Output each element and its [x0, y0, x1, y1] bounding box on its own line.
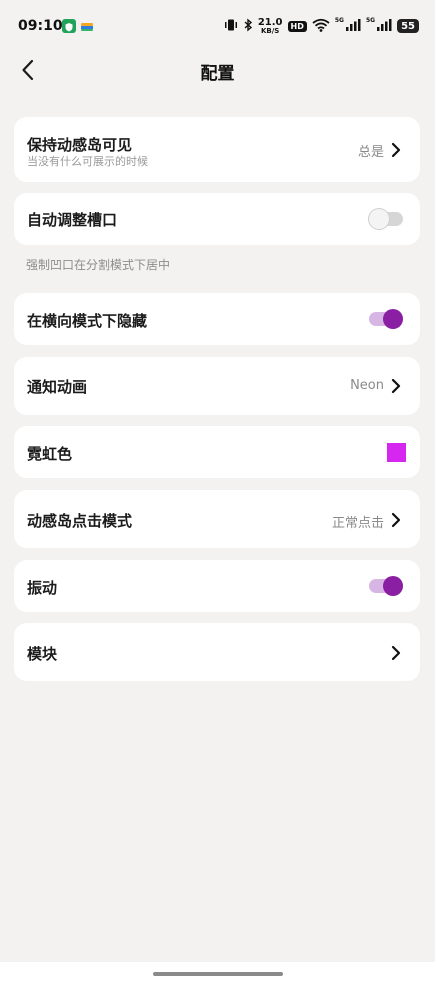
vibrate-icon: [224, 17, 238, 36]
setting-vibration[interactable]: 振动: [14, 560, 420, 612]
auto-adjust-hint: 强制凹口在分割模式下居中: [26, 258, 171, 272]
setting-keep-island-visible[interactable]: 保持动感岛可见 当没有什么可展示的时候 总是: [14, 117, 420, 182]
auto-adjust-toggle[interactable]: [369, 209, 403, 229]
status-icons: 21.0 KB/S HD 5G 5G 55: [224, 16, 419, 36]
setting-title: 模块: [27, 645, 58, 663]
nav-bar: 配置: [0, 50, 435, 90]
setting-title: 保持动感岛可见: [27, 136, 133, 154]
home-indicator[interactable]: [153, 972, 283, 976]
toggle-knob: [369, 209, 389, 229]
setting-title: 在横向模式下隐藏: [27, 312, 148, 330]
network-type-label: 5G: [365, 17, 376, 24]
hide-landscape-toggle[interactable]: [369, 309, 403, 329]
chevron-right-icon: [391, 645, 401, 661]
setting-auto-adjust-notch[interactable]: 自动调整槽口: [14, 193, 420, 245]
setting-title: 自动调整槽口: [27, 211, 118, 229]
setting-value: 总是: [357, 145, 384, 160]
wifi-icon: [312, 17, 330, 36]
signal-icon: [345, 17, 361, 36]
setting-island-tap-mode[interactable]: 动感岛点击模式 正常点击: [14, 490, 420, 548]
toggle-knob: [383, 576, 403, 596]
bluetooth-icon: [243, 17, 253, 36]
signal-icon: [376, 17, 392, 36]
toggle-knob: [383, 309, 403, 329]
status-bar: 09:10 21.0 KB/S HD 5G 5G 55: [0, 0, 435, 56]
chevron-right-icon: [391, 378, 401, 394]
setting-title: 动感岛点击模式: [27, 512, 133, 530]
setting-title: 通知动画: [27, 378, 88, 396]
hd-badge: HD: [287, 20, 307, 32]
battery-icon: 55: [397, 19, 419, 33]
net-speed: 21.0 KB/S: [257, 16, 283, 35]
setting-modules[interactable]: 模块: [14, 623, 420, 681]
setting-title: 振动: [27, 579, 58, 597]
setting-notification-animation[interactable]: 通知动画 Neon: [14, 357, 420, 415]
status-time: 09:10: [18, 18, 63, 34]
setting-value: 正常点击: [331, 516, 384, 531]
vibration-toggle[interactable]: [369, 576, 403, 596]
chevron-right-icon: [391, 142, 401, 158]
page-title: 配置: [200, 64, 235, 84]
neon-color-swatch[interactable]: [387, 443, 406, 462]
setting-title: 霓虹色: [27, 445, 73, 463]
setting-hide-in-landscape[interactable]: 在横向模式下隐藏: [14, 293, 420, 345]
shield-app-icon: [62, 19, 76, 33]
wallet-app-icon: [80, 19, 94, 33]
chevron-right-icon: [391, 512, 401, 528]
setting-subtitle: 当没有什么可展示的时候: [27, 155, 148, 168]
setting-value: Neon: [350, 378, 384, 393]
setting-neon-color[interactable]: 霓虹色: [14, 426, 420, 478]
network-type-label: 5G: [334, 17, 344, 24]
